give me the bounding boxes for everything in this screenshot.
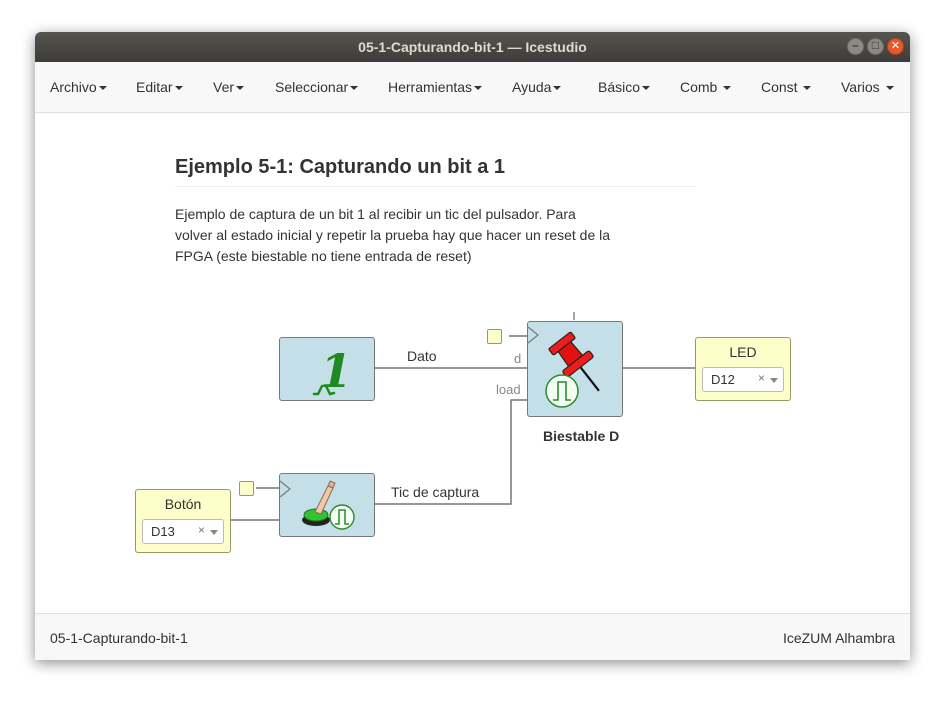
- wire-label-tick: Tic de captura: [391, 484, 480, 500]
- menu-label: Archivo: [50, 79, 97, 95]
- dff-icon: [527, 326, 600, 408]
- caret-down-icon: [474, 86, 483, 91]
- minimize-icon: –: [852, 38, 859, 52]
- caret-down-icon: [236, 86, 245, 91]
- dff-port-d: d: [514, 351, 522, 366]
- menu-comb[interactable]: Comb: [680, 79, 732, 95]
- button-parameter-input[interactable]: [239, 481, 254, 496]
- dff-port-load: load: [496, 382, 521, 397]
- button-input-block[interactable]: Botón D13 ×: [135, 489, 231, 553]
- maximize-button[interactable]: □: [867, 38, 884, 55]
- menu-editar[interactable]: Editar: [136, 79, 183, 95]
- app-window: 05-1-Capturando-bit-1 — Icestudio – □ ✕ …: [35, 32, 910, 660]
- menu-ayuda[interactable]: Ayuda: [512, 79, 562, 95]
- caret-down-icon: [723, 86, 732, 91]
- led-pin-value: D12: [711, 372, 735, 387]
- led-name: LED: [729, 344, 757, 360]
- clock-edge-icon: [545, 374, 579, 408]
- caret-down-icon: [642, 86, 651, 91]
- menu-varios[interactable]: Varios: [841, 79, 894, 95]
- menu-herramientas[interactable]: Herramientas: [388, 79, 483, 95]
- minimize-button[interactable]: –: [847, 38, 864, 55]
- button-name: Botón: [164, 496, 202, 512]
- menu-bar: Archivo Editar Ver Seleccionar Herramien…: [35, 62, 910, 113]
- menu-label: Const: [761, 79, 798, 95]
- wire-label-data: Dato: [407, 348, 437, 364]
- clear-icon[interactable]: ×: [758, 371, 765, 385]
- window-title: 05-1-Capturando-bit-1 — Icestudio: [358, 39, 587, 55]
- maximize-icon: □: [871, 38, 880, 52]
- board-selector[interactable]: IceZUM Alhambra: [783, 630, 895, 646]
- clear-icon[interactable]: ×: [198, 523, 205, 537]
- caret-down-icon: [885, 86, 894, 91]
- menu-label: Básico: [598, 79, 641, 95]
- constant-one-block[interactable]: 1: [279, 337, 375, 401]
- caret-down-icon: [350, 86, 359, 91]
- caret-down-icon: [553, 86, 562, 91]
- menu-label: Seleccionar: [275, 79, 349, 95]
- button-tick-icon: [279, 480, 355, 530]
- menu-ver[interactable]: Ver: [213, 79, 245, 95]
- project-name: 05-1-Capturando-bit-1: [50, 630, 188, 646]
- menu-label: Editar: [136, 79, 173, 95]
- menu-const[interactable]: Const: [761, 79, 812, 95]
- menu-label: Herramientas: [388, 79, 473, 95]
- menu-label: Varios: [841, 79, 880, 95]
- constant-one-icon: 1: [312, 344, 352, 398]
- menu-seleccionar[interactable]: Seleccionar: [275, 79, 359, 95]
- menu-label: Ver: [213, 79, 235, 95]
- led-pin-select[interactable]: D12 ×: [702, 367, 784, 392]
- dff-block[interactable]: [527, 321, 623, 417]
- menu-archivo[interactable]: Archivo: [50, 79, 107, 95]
- constant-glyph: 1: [320, 344, 352, 398]
- led-output-block[interactable]: LED D12 ×: [695, 337, 791, 401]
- caret-down-icon: [98, 86, 107, 91]
- dff-label: Biestable D: [543, 428, 620, 444]
- close-button[interactable]: ✕: [887, 38, 904, 55]
- button-pin-select[interactable]: D13 ×: [142, 519, 224, 544]
- caret-down-icon: [174, 86, 183, 91]
- menu-basico[interactable]: Básico: [598, 79, 651, 95]
- button-pin-value: D13: [151, 524, 175, 539]
- menu-label: Comb: [680, 79, 718, 95]
- close-icon: ✕: [890, 40, 901, 52]
- dropdown-arrow-icon[interactable]: [210, 530, 218, 535]
- dff-parameter-input[interactable]: [487, 329, 502, 344]
- menu-label: Ayuda: [512, 79, 552, 95]
- design-canvas[interactable]: Ejemplo 5-1: Capturando un bit a 1 Ejemp…: [35, 113, 910, 613]
- dropdown-arrow-icon[interactable]: [770, 378, 778, 383]
- caret-down-icon: [803, 86, 812, 91]
- title-bar[interactable]: 05-1-Capturando-bit-1 — Icestudio – □ ✕: [35, 32, 910, 62]
- status-bar: 05-1-Capturando-bit-1 IceZUM Alhambra: [35, 613, 910, 660]
- clock-edge-icon: [329, 504, 355, 530]
- button-tick-block[interactable]: [279, 473, 375, 537]
